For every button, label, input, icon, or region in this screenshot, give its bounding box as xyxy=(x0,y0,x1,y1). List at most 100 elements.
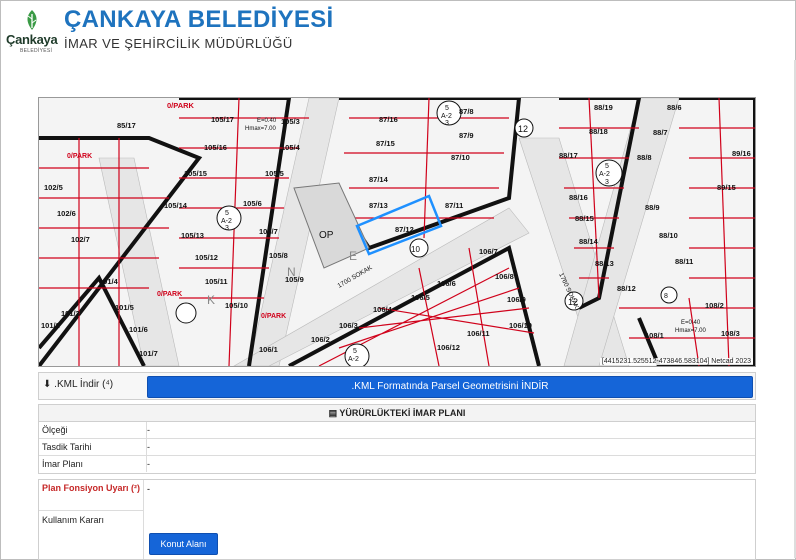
parcel-label: 102/7 xyxy=(71,235,90,244)
zone-code: A-2 xyxy=(599,171,610,178)
street-number: 12 xyxy=(568,297,578,307)
parcel-label: 88/12 xyxy=(617,284,636,293)
fonksiyon-warning-label: Plan Fonsiyon Uyarı (²) xyxy=(42,483,141,493)
parcel-label: 88/7 xyxy=(653,128,668,137)
parcel-label: 105/17 xyxy=(211,115,234,124)
parcel-label: 105/5 xyxy=(265,169,284,178)
parcel-label: 88/18 xyxy=(589,127,608,136)
park-label: 0/PARK xyxy=(261,313,286,320)
parcel-label: 105/8 xyxy=(269,251,288,260)
zone-code: A-2 xyxy=(348,356,359,363)
parcel-label: 106/5 xyxy=(411,293,430,302)
kullanim-karari-label: Kullanım Kararı xyxy=(42,515,105,525)
konut-alani-button[interactable]: Konut Alanı xyxy=(149,533,218,555)
parcel-label: 101/5 xyxy=(115,303,134,312)
parcel-map-canvas[interactable]: 85/17 0/PARK 105/17 105/3 87/16 87/8 88/… xyxy=(39,98,755,366)
parcel-label: 102/5 xyxy=(44,183,63,192)
parcel-label: 89/15 xyxy=(717,183,736,192)
kullanim-karari-cell: Kullanım Kararı xyxy=(39,511,144,559)
logo-wordmark: Çankaya xyxy=(6,32,58,47)
kml-label-text: .KML İndir (⁴) xyxy=(54,379,114,390)
row-value: - xyxy=(147,425,150,435)
parcel-label: 87/15 xyxy=(376,139,395,148)
row-label: Ölçeği xyxy=(39,422,147,438)
parcel-label: 87/14 xyxy=(369,175,389,184)
parcel-label: 87/11 xyxy=(445,201,463,210)
parcel-label: 87/8 xyxy=(459,107,474,116)
parcel-label: 88/17 xyxy=(559,151,578,160)
parcel-label: 106/3 xyxy=(339,321,358,330)
page-title: ÇANKAYA BELEDİYESİ xyxy=(64,6,334,33)
parcel-label: 108/1 xyxy=(645,331,664,340)
parcel-label: 108/3 xyxy=(721,329,740,338)
parcel-label: 105/12 xyxy=(195,253,218,262)
kml-download-button[interactable]: .KML Formatında Parsel Geometrisini İNDİ… xyxy=(147,376,753,398)
parcel-label: 106/7 xyxy=(479,247,498,256)
leaf-logo-icon xyxy=(27,10,37,30)
parcel-label: 105/15 xyxy=(184,169,207,178)
parcel-label: 105/7 xyxy=(259,227,278,236)
parcel-label: 106/1 xyxy=(259,345,278,354)
parcel-label: 105/11 xyxy=(205,277,228,286)
parcel-label: 85/17 xyxy=(117,121,136,130)
parcel-label: 101/6 xyxy=(129,325,148,334)
kml-download-row: ⬇ .KML İndir (⁴) .KML Formatında Parsel … xyxy=(38,372,756,400)
imar-plan-header: ▤ YÜRÜRLÜKTEKİ İMAR PLANI xyxy=(39,405,755,422)
parcel-label: 108/2 xyxy=(705,301,724,310)
parcel-label: 106/12 xyxy=(437,343,460,352)
zone-letter: E xyxy=(349,249,357,263)
table-icon: ▤ xyxy=(328,408,338,418)
plan-note: Hmax=7.00 xyxy=(245,126,277,132)
zone-code: 3 xyxy=(225,225,229,232)
zone-code: A-2 xyxy=(221,218,232,225)
fonksiyon-warning-cell: Plan Fonsiyon Uyarı (²) xyxy=(39,480,144,511)
parcel-label: 105/14 xyxy=(164,201,188,210)
parcel-label: 88/14 xyxy=(579,237,599,246)
map-coordinates: [4415231.525512-473846.583104] Netcad 20… xyxy=(599,358,753,365)
zone-code: 3 xyxy=(445,120,449,127)
cankaya-logo: Çankaya BELEDİYESİ xyxy=(6,8,58,56)
parcel-label: 105/6 xyxy=(243,199,262,208)
street-number: 10 xyxy=(411,245,420,254)
plan-note: E=0.40 xyxy=(681,320,701,326)
parcel-label: 106/6 xyxy=(437,279,456,288)
selected-parcel-label: 87/12 xyxy=(395,225,414,234)
op-label: OP xyxy=(319,230,334,241)
parcel-label: 102/6 xyxy=(57,209,76,218)
parcel-label: 105/3 xyxy=(281,117,300,126)
zone-code: 5 xyxy=(353,348,357,355)
parcel-label: 88/15 xyxy=(575,214,594,223)
park-label: 0/PARK xyxy=(67,153,92,160)
parcel-label: 88/11 xyxy=(675,257,693,266)
park-label: 0/PARK xyxy=(167,101,195,110)
imar-plan-table: ▤ YÜRÜRLÜKTEKİ İMAR PLANI Ölçeği - Tasdi… xyxy=(38,404,756,474)
logo-subtext: BELEDİYESİ xyxy=(20,48,53,54)
zone-code: 5 xyxy=(605,163,609,170)
kml-label: ⬇ .KML İndir (⁴) xyxy=(43,379,113,390)
parcel-label: 87/10 xyxy=(451,153,470,162)
parcel-label: 101/2 xyxy=(41,321,60,330)
parcel-label: 88/8 xyxy=(637,153,652,162)
imar-plan-title: YÜRÜRLÜKTEKİ İMAR PLANI xyxy=(339,408,466,418)
row-label: Tasdik Tarihi xyxy=(39,439,147,455)
download-icon: ⬇ xyxy=(43,379,52,390)
table-row: Ölçeği - xyxy=(39,422,755,439)
page-subtitle: İMAR VE ŞEHİRCİLİK MÜDÜRLÜĞÜ xyxy=(64,36,293,51)
fonksiyon-table: Plan Fonsiyon Uyarı (²) - Kullanım Karar… xyxy=(38,479,756,560)
row-value: - xyxy=(147,459,150,469)
parcel-label: 106/4 xyxy=(373,305,393,314)
parcel-label: 106/2 xyxy=(311,335,330,344)
zone-letter: K xyxy=(207,293,215,307)
parcel-label: 87/13 xyxy=(369,201,388,210)
park-label: 0/PARK xyxy=(157,291,182,298)
parcel-label: 88/13 xyxy=(595,259,614,268)
zone-code: A-2 xyxy=(441,113,452,120)
header: Çankaya BELEDİYESİ ÇANKAYA BELEDİYESİ İM… xyxy=(0,0,796,60)
parcel-map[interactable]: 85/17 0/PARK 105/17 105/3 87/16 87/8 88/… xyxy=(38,97,756,367)
parcel-label: 88/10 xyxy=(659,231,678,240)
parcel-label: 106/8 xyxy=(495,272,514,281)
parcel-label: 101/7 xyxy=(139,349,158,358)
zone-code: 5 xyxy=(445,105,449,112)
parcel-label: 105/13 xyxy=(181,231,204,240)
row-value: - xyxy=(147,442,150,452)
